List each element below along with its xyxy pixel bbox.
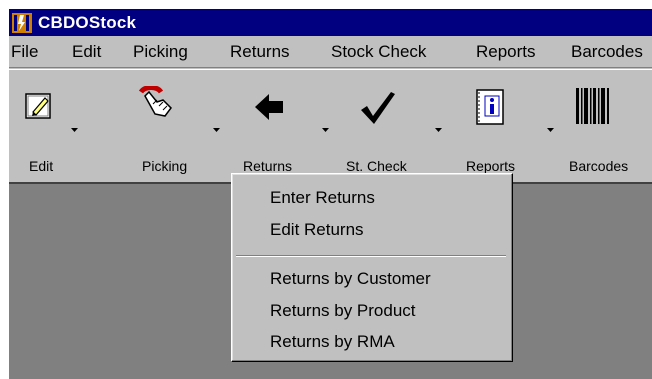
- toolbar-barcodes-button[interactable]: Barcodes: [553, 70, 652, 182]
- menu-stock-check[interactable]: Stock Check: [331, 42, 426, 62]
- edit-pencil-icon: [25, 93, 51, 119]
- toolbar-label-barcodes: Barcodes: [569, 158, 629, 174]
- app-window: CBDOStock File Edit Picking Returns Stoc…: [9, 9, 652, 379]
- menu-picking[interactable]: Picking: [133, 42, 188, 62]
- toolbar-label-edit: Edit: [29, 158, 54, 174]
- menu-edit[interactable]: Edit: [72, 42, 101, 62]
- checkmark-icon: [361, 92, 395, 124]
- toolbar-label-picking: Picking: [142, 158, 188, 174]
- menu-item-returns-by-customer[interactable]: Returns by Customer: [270, 269, 431, 289]
- toolbar-edit-button[interactable]: Edit: [9, 70, 121, 182]
- toolbar-label-stock-check: St. Check: [346, 158, 407, 174]
- toolbar: Edit Picking Returns St. Check Reports B…: [9, 69, 652, 182]
- menu-bar: File Edit Picking Returns Stock Check Re…: [9, 37, 652, 68]
- toolbar-label-reports: Reports: [466, 158, 516, 174]
- hand-picking-icon: [138, 86, 172, 117]
- chevron-down-icon[interactable]: [322, 128, 329, 132]
- app-logo-icon: [12, 13, 32, 33]
- menu-file[interactable]: File: [11, 42, 38, 62]
- return-arrow-icon: [255, 94, 283, 120]
- reports-book-icon: [476, 89, 504, 125]
- menu-separator: [236, 255, 506, 257]
- menu-barcodes[interactable]: Barcodes: [571, 42, 643, 62]
- toolbar-picking-button[interactable]: Picking: [121, 70, 233, 182]
- returns-dropdown-menu: Enter Returns Edit Returns Returns by Cu…: [231, 173, 513, 362]
- chevron-down-icon[interactable]: [71, 128, 78, 132]
- menu-item-returns-by-rma[interactable]: Returns by RMA: [270, 332, 395, 352]
- toolbar-reports-button[interactable]: Reports: [453, 70, 554, 182]
- toolbar-stock-check-button[interactable]: St. Check: [341, 70, 453, 182]
- menu-reports[interactable]: Reports: [476, 42, 536, 62]
- window-title: CBDOStock: [38, 13, 137, 32]
- menu-item-enter-returns[interactable]: Enter Returns: [270, 188, 375, 208]
- toolbar-label-returns: Returns: [243, 158, 293, 174]
- chevron-down-icon[interactable]: [213, 128, 220, 132]
- chevron-down-icon[interactable]: [435, 128, 442, 132]
- toolbar-returns-button[interactable]: Returns: [233, 70, 341, 182]
- menu-item-edit-returns[interactable]: Edit Returns: [270, 220, 364, 240]
- title-bar[interactable]: CBDOStock: [9, 9, 652, 36]
- barcode-icon: [576, 88, 609, 124]
- menu-returns[interactable]: Returns: [230, 42, 290, 62]
- menu-item-returns-by-product[interactable]: Returns by Product: [270, 301, 416, 321]
